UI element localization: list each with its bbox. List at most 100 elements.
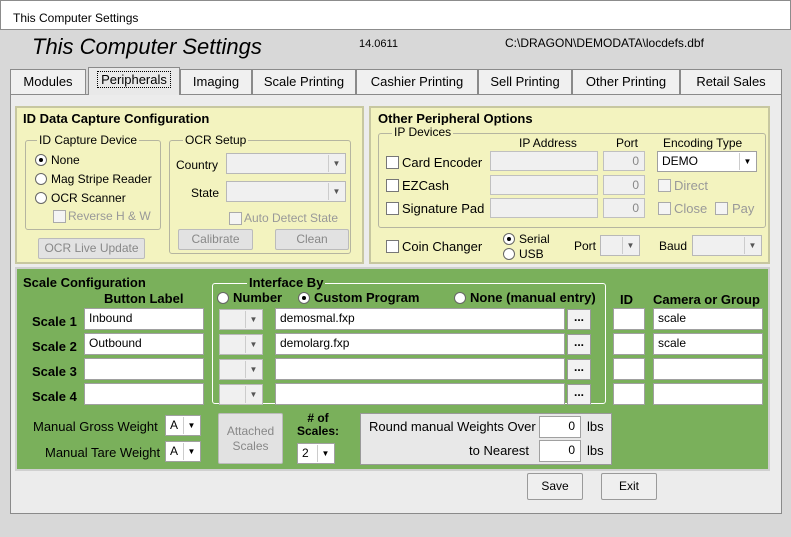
scale-1-number-select[interactable]: ▼ — [219, 309, 263, 330]
tab-retail-sales[interactable]: Retail Sales — [680, 69, 782, 94]
coin-port-select[interactable]: ▼ — [600, 235, 640, 256]
scale-2-id-input[interactable] — [613, 333, 645, 355]
tab-peripherals[interactable]: Peripherals — [88, 67, 180, 95]
auto-detect-checkbox[interactable] — [229, 212, 242, 225]
chevron-down-icon: ▼ — [183, 443, 199, 460]
scale-4-program-input[interactable] — [275, 383, 565, 405]
card-encoder-checkbox[interactable] — [386, 156, 399, 169]
encoding-type-select[interactable]: DEMO ▼ — [657, 151, 757, 172]
tab-other-printing[interactable]: Other Printing — [572, 69, 680, 94]
signature-pad-port[interactable]: 0 — [603, 198, 645, 218]
gross-weight-value: A — [170, 418, 179, 432]
serial-radio[interactable] — [503, 233, 515, 245]
encoding-header: Encoding Type — [663, 136, 743, 150]
chevron-down-icon: ▼ — [328, 155, 344, 172]
chevron-down-icon: ▼ — [739, 153, 755, 170]
round-over-label: Round manual Weights Over — [369, 419, 536, 434]
nearest-input[interactable]: 0 — [539, 440, 581, 462]
window-title: This Computer Settings — [13, 11, 139, 25]
scale-2-camera-input[interactable]: scale — [653, 333, 763, 355]
ocr-live-update-button[interactable]: OCR Live Update — [38, 238, 145, 259]
usb-radio[interactable] — [503, 248, 515, 260]
scale-3-browse-button[interactable]: ... — [567, 359, 591, 380]
serial-label: Serial — [519, 232, 550, 246]
interface-custom-radio[interactable] — [298, 292, 310, 304]
chevron-down-icon: ▼ — [245, 336, 261, 353]
radio-ocr-scanner[interactable] — [35, 192, 47, 204]
radio-none[interactable] — [35, 154, 47, 166]
country-select[interactable]: ▼ — [226, 153, 346, 174]
card-encoder-label: Card Encoder — [402, 155, 483, 170]
chevron-down-icon: ▼ — [622, 237, 638, 254]
scale-1-label-input[interactable]: Inbound — [84, 308, 204, 330]
baud-select[interactable]: ▼ — [692, 235, 762, 256]
camera-header: Camera or Group — [653, 292, 760, 307]
reverse-label: Reverse H & W — [68, 209, 151, 223]
reverse-checkbox[interactable] — [53, 210, 66, 223]
scale-1-browse-button[interactable]: ... — [567, 309, 591, 330]
scale-3-label-input[interactable] — [84, 358, 204, 380]
signature-pad-checkbox[interactable] — [386, 202, 399, 215]
tab-scale-printing[interactable]: Scale Printing — [252, 69, 356, 94]
scale-4-browse-button[interactable]: ... — [567, 384, 591, 405]
chevron-down-icon: ▼ — [245, 311, 261, 328]
scale-1-program-input[interactable]: demosmal.fxp — [275, 308, 565, 330]
direct-checkbox[interactable] — [658, 179, 671, 192]
tare-weight-select[interactable]: A ▼ — [165, 441, 201, 462]
close-checkbox[interactable] — [658, 202, 671, 215]
scale-3-id-input[interactable] — [613, 358, 645, 380]
interface-number-label: Number — [233, 290, 283, 305]
scale-3-camera-input[interactable] — [653, 358, 763, 380]
ocr-setup-label: OCR Setup — [183, 133, 249, 147]
scale-2-browse-button[interactable]: ... — [567, 334, 591, 355]
interface-number-radio[interactable] — [217, 292, 229, 304]
scale-1-camera-input[interactable]: scale — [653, 308, 763, 330]
ezcash-ip[interactable] — [490, 175, 598, 195]
interface-custom-label: Custom Program — [314, 290, 420, 305]
round-over-unit: lbs — [587, 419, 604, 434]
radio-mag-stripe-label: Mag Stripe Reader — [51, 172, 152, 186]
state-select[interactable]: ▼ — [226, 181, 346, 202]
id-capture-panel: ID Data Capture Configuration ID Capture… — [15, 106, 364, 264]
card-encoder-port[interactable]: 0 — [603, 151, 645, 171]
encoding-type-value: DEMO — [662, 154, 698, 168]
scale-1-name: Scale 1 — [32, 314, 77, 329]
ezcash-port[interactable]: 0 — [603, 175, 645, 195]
scale-3-program-input[interactable] — [275, 358, 565, 380]
chevron-down-icon: ▼ — [183, 417, 199, 434]
tab-imaging[interactable]: Imaging — [180, 69, 252, 94]
scale-2-label-input[interactable]: Outbound — [84, 333, 204, 355]
pay-checkbox[interactable] — [715, 202, 728, 215]
scale-2-program-input[interactable]: demolarg.fxp — [275, 333, 565, 355]
scale-3-number-select[interactable]: ▼ — [219, 359, 263, 380]
exit-button[interactable]: Exit — [601, 473, 657, 500]
scale-4-camera-input[interactable] — [653, 383, 763, 405]
scale-1-id-input[interactable] — [613, 308, 645, 330]
interface-none-label: None (manual entry) — [470, 290, 596, 305]
calibrate-button[interactable]: Calibrate — [178, 229, 253, 250]
signature-pad-ip[interactable] — [490, 198, 598, 218]
tab-sell-printing[interactable]: Sell Printing — [478, 69, 572, 94]
coin-changer-checkbox[interactable] — [386, 240, 399, 253]
gross-weight-select[interactable]: A ▼ — [165, 415, 201, 436]
tab-cashier-printing[interactable]: Cashier Printing — [356, 69, 478, 94]
data-path-label: C:\DRAGON\DEMODATA\locdefs.dbf — [505, 36, 704, 50]
state-label: State — [191, 186, 220, 200]
scale-4-name: Scale 4 — [32, 389, 77, 404]
interface-none-radio[interactable] — [454, 292, 466, 304]
num-scales-select[interactable]: 2 ▼ — [297, 443, 335, 464]
clean-button[interactable]: Clean — [275, 229, 349, 250]
scale-4-id-input[interactable] — [613, 383, 645, 405]
scale-4-label-input[interactable] — [84, 383, 204, 405]
scale-2-number-select[interactable]: ▼ — [219, 334, 263, 355]
scale-4-number-select[interactable]: ▼ — [219, 384, 263, 405]
attached-scales-button[interactable]: Attached Scales — [218, 413, 283, 464]
ip-devices-label: IP Devices — [392, 125, 454, 139]
card-encoder-ip[interactable] — [490, 151, 598, 171]
ezcash-checkbox[interactable] — [386, 179, 399, 192]
tab-modules[interactable]: Modules — [10, 69, 86, 94]
radio-mag-stripe[interactable] — [35, 173, 47, 185]
direct-label: Direct — [674, 178, 708, 193]
round-over-input[interactable]: 0 — [539, 416, 581, 438]
save-button[interactable]: Save — [527, 473, 583, 500]
